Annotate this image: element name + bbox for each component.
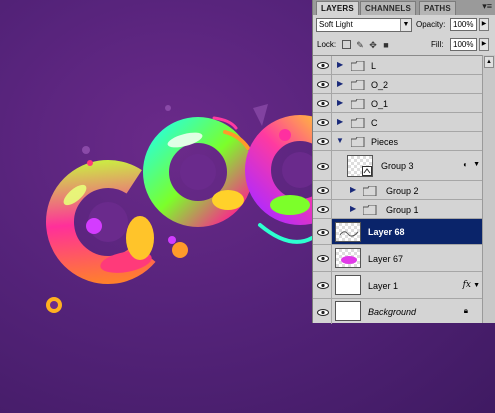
- layer-name: L: [371, 61, 377, 71]
- fill-label: Fill:: [431, 40, 444, 49]
- chevron-down-icon[interactable]: ▼: [400, 19, 411, 31]
- expand-arrow-icon[interactable]: ▶: [337, 79, 343, 88]
- blend-mode-select[interactable]: Soft Light ▼: [316, 18, 412, 32]
- layer-row-group-1[interactable]: ▶ Group 1: [313, 200, 483, 219]
- layer-name: Pieces: [371, 137, 399, 147]
- lock-move-icon[interactable]: ✥: [368, 40, 378, 50]
- eye-icon[interactable]: [313, 200, 332, 218]
- layer-name: Background: [368, 307, 417, 317]
- expand-arrow-icon[interactable]: ▶: [337, 117, 343, 126]
- tab-channels[interactable]: CHANNELS: [360, 1, 417, 15]
- expand-effects-icon[interactable]: ▼: [473, 161, 480, 168]
- layers-panel: LAYERS CHANNELS PATHS ▾≡ Soft Light ▼ Op…: [312, 0, 495, 324]
- layer-row-o2[interactable]: ▶ O_2: [313, 75, 483, 94]
- eye-icon[interactable]: [313, 245, 332, 271]
- layer-list-scrollbar[interactable]: ▲: [482, 55, 495, 323]
- layer-name: Layer 67: [368, 254, 404, 264]
- eye-icon[interactable]: [313, 219, 332, 244]
- lock-brush-icon[interactable]: ✎: [355, 40, 365, 50]
- layer-row-layer-1[interactable]: Layer 1 fx ▼: [313, 272, 483, 299]
- eye-icon[interactable]: [313, 56, 332, 74]
- expand-arrow-icon[interactable]: ▶: [350, 185, 356, 194]
- layer-name: Group 2: [386, 186, 419, 196]
- folder-icon: [351, 137, 365, 147]
- smart-object-icon: [362, 166, 372, 176]
- layer-name: Group 1: [386, 205, 419, 215]
- eye-icon[interactable]: [313, 151, 332, 180]
- opacity-slider-button[interactable]: ▶: [479, 18, 489, 31]
- layer-thumbnail: [335, 275, 361, 295]
- opacity-field[interactable]: 100%: [450, 18, 477, 31]
- eye-icon[interactable]: [313, 113, 332, 131]
- panel-tab-bar: LAYERS CHANNELS PATHS ▾≡: [313, 0, 495, 15]
- eye-icon[interactable]: [313, 299, 332, 324]
- layer-name: O_2: [371, 80, 389, 90]
- fill-slider-button[interactable]: ▶: [479, 38, 489, 51]
- panel-menu-icon[interactable]: ▾≡: [482, 1, 492, 12]
- lock-label: Lock:: [317, 40, 337, 49]
- layer-row-layer-68[interactable]: Layer 68: [313, 219, 483, 245]
- layer-thumbnail: [335, 301, 361, 321]
- eye-icon[interactable]: [313, 132, 332, 150]
- folder-icon: [351, 80, 365, 90]
- layer-list: ▶ L ▶ O_2 ▶ O_1 ▶ C ▼ Pieces Group 3 ◐ ▼…: [313, 55, 483, 324]
- layer-row-o1[interactable]: ▶ O_1: [313, 94, 483, 113]
- tab-paths[interactable]: PATHS: [419, 1, 456, 15]
- fx-icon[interactable]: fx: [463, 280, 471, 290]
- expand-arrow-icon[interactable]: ▶: [350, 204, 356, 213]
- scroll-up-arrow-icon[interactable]: ▲: [484, 56, 494, 68]
- folder-icon: [351, 118, 365, 128]
- folder-icon: [351, 61, 365, 71]
- layer-thumbnail: [335, 248, 361, 268]
- lock-icon: 🔒︎: [463, 306, 468, 315]
- layer-name: O_1: [371, 99, 389, 109]
- layer-row-layer-67[interactable]: Layer 67: [313, 245, 483, 272]
- folder-icon: [363, 186, 377, 196]
- layer-name: Group 3: [381, 161, 414, 171]
- layer-name: C: [371, 118, 378, 128]
- folder-icon: [363, 205, 377, 215]
- blend-mode-value: Soft Light: [319, 20, 353, 29]
- eye-icon[interactable]: [313, 94, 332, 112]
- layer-name: Layer 1: [368, 281, 399, 291]
- layer-row-group-2[interactable]: ▶ Group 2: [313, 181, 483, 200]
- collapse-arrow-icon[interactable]: ▼: [336, 136, 344, 145]
- layer-thumbnail: [335, 222, 361, 242]
- opacity-label: Opacity:: [416, 20, 446, 29]
- layer-row-group-3[interactable]: Group 3 ◐ ▼: [313, 151, 483, 181]
- layer-row-c[interactable]: ▶ C: [313, 113, 483, 132]
- layer-name: Layer 68: [368, 227, 405, 237]
- expand-arrow-icon[interactable]: ▶: [337, 98, 343, 107]
- filter-mask-icon[interactable]: ◐: [463, 160, 468, 169]
- folder-icon: [351, 99, 365, 109]
- expand-arrow-icon[interactable]: ▶: [337, 60, 343, 69]
- eye-icon[interactable]: [313, 75, 332, 93]
- layer-row-background[interactable]: Background 🔒︎: [313, 299, 483, 324]
- tab-layers[interactable]: LAYERS: [316, 1, 359, 15]
- layer-row-pieces[interactable]: ▼ Pieces: [313, 132, 483, 151]
- lock-all-icon[interactable]: ■: [381, 40, 391, 50]
- expand-effects-icon[interactable]: ▼: [473, 282, 480, 289]
- eye-icon[interactable]: [313, 272, 332, 298]
- layer-thumbnail: [347, 155, 373, 177]
- eye-icon[interactable]: [313, 181, 332, 199]
- fill-field[interactable]: 100%: [450, 38, 477, 51]
- lock-transparent-icon[interactable]: [342, 40, 351, 49]
- layer-row-l[interactable]: ▶ L: [313, 56, 483, 75]
